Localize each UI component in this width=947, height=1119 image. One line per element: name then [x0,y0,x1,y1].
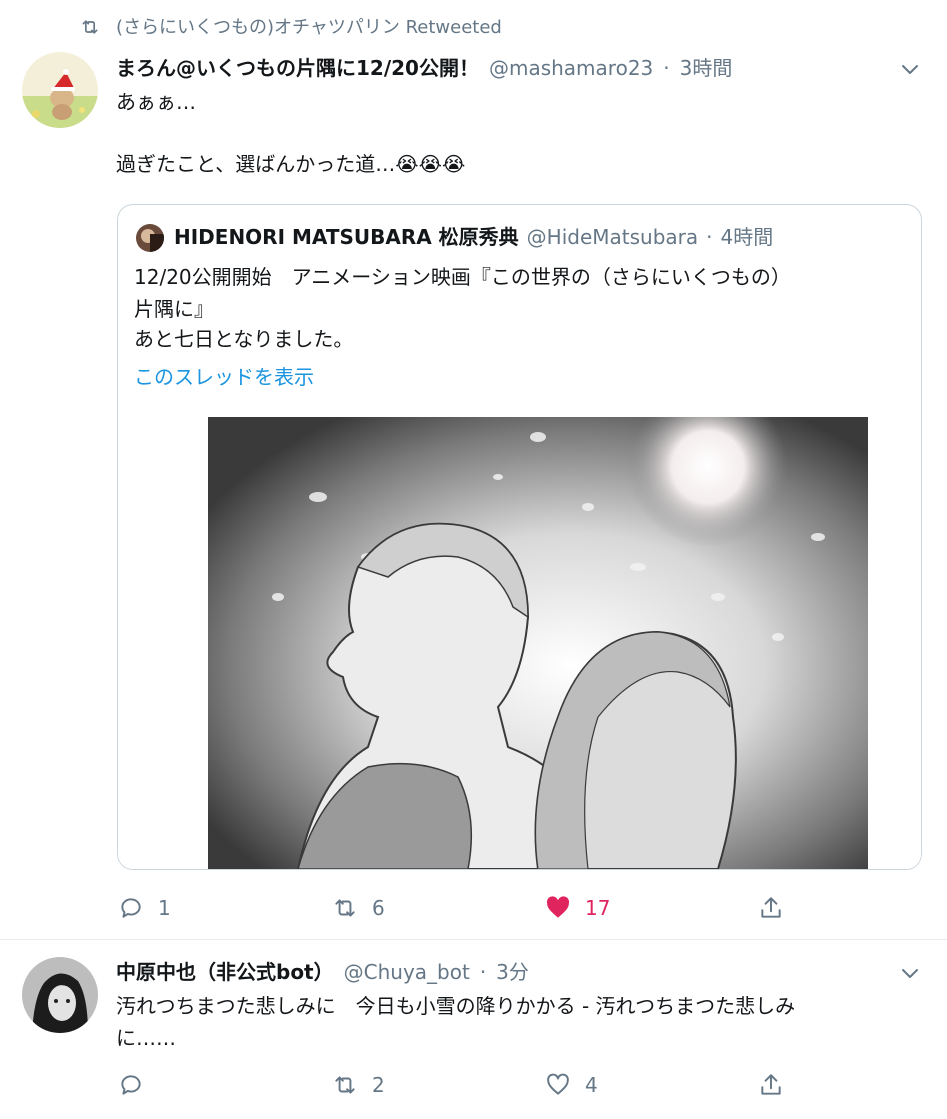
tweet-text-line: 汚れつちまつた悲しみに 今日も小雪の降りかかる - 汚れつちまつた悲しみ [116,994,796,1018]
heart-outline-icon [547,1073,569,1095]
avatar[interactable] [22,52,98,128]
author-handle[interactable]: @mashamaro23 [489,54,653,82]
quote-text-line: 片隅に』 [134,297,214,321]
share-icon [761,897,781,918]
retweet-icon [335,899,355,917]
chevron-down-icon[interactable] [900,966,920,980]
tweet-text-line: あぁぁ… [116,90,196,114]
retweet-count: 2 [372,1073,385,1097]
quote-timestamp[interactable]: 4時間 [721,223,774,251]
tweet-divider [0,939,947,940]
retweet-button[interactable]: 2 [332,1072,385,1098]
avatar[interactable] [22,957,98,1033]
like-button[interactable]: 17 [545,895,610,921]
timestamp[interactable]: 3分 [496,958,529,986]
quote-avatar[interactable] [136,224,164,252]
quoted-illustration[interactable] [118,417,921,869]
share-button[interactable] [758,1072,784,1098]
reply-icon [121,898,141,918]
show-thread-link[interactable]: このスレッドを表示 [134,361,314,393]
reply-count: 1 [158,896,171,920]
quoted-tweet-card[interactable]: HIDENORI MATSUBARA 松原秀典 @HideMatsubara ·… [117,204,922,870]
author-handle[interactable]: @Chuya_bot [344,958,470,986]
tweet-text-line: に…… [116,1026,176,1050]
like-count: 17 [585,896,611,920]
retweet-button[interactable]: 6 [332,895,385,921]
retweet-icon [335,1076,355,1094]
author-name[interactable]: まろん@いくつもの片隅に12/20公開！ [116,54,479,82]
separator-dot: · [706,225,713,249]
retweet-icon [82,20,98,34]
like-button[interactable]: 4 [545,1072,598,1098]
quote-author-handle[interactable]: @HideMatsubara [527,223,698,251]
author-name[interactable]: 中原中也（非公式bot） [116,958,334,986]
separator-dot: · [663,56,670,80]
share-icon [761,1074,781,1095]
share-button[interactable] [758,895,784,921]
like-count: 4 [585,1073,598,1097]
quote-text-line: あと七日となりました。 [134,327,354,351]
quote-author-name[interactable]: HIDENORI MATSUBARA 松原秀典 [174,223,519,251]
tweet-text-line: 過ぎたこと、選ばんかった道…😭😭😭 [116,152,466,176]
quote-text-line: 12/20公開開始 アニメーション映画『この世界の（さらにいくつもの） [134,265,791,289]
retweet-banner-text[interactable]: (さらにいくつもの)オチャツパリン Retweeted [116,16,502,40]
reply-icon [121,1075,141,1095]
chevron-down-icon[interactable] [900,62,920,76]
reply-button[interactable]: 1 [118,895,171,921]
timestamp[interactable]: 3時間 [680,54,733,82]
retweet-count: 6 [372,896,385,920]
separator-dot: · [479,960,487,984]
reply-button[interactable] [118,1072,158,1098]
heart-filled-icon [546,896,570,918]
